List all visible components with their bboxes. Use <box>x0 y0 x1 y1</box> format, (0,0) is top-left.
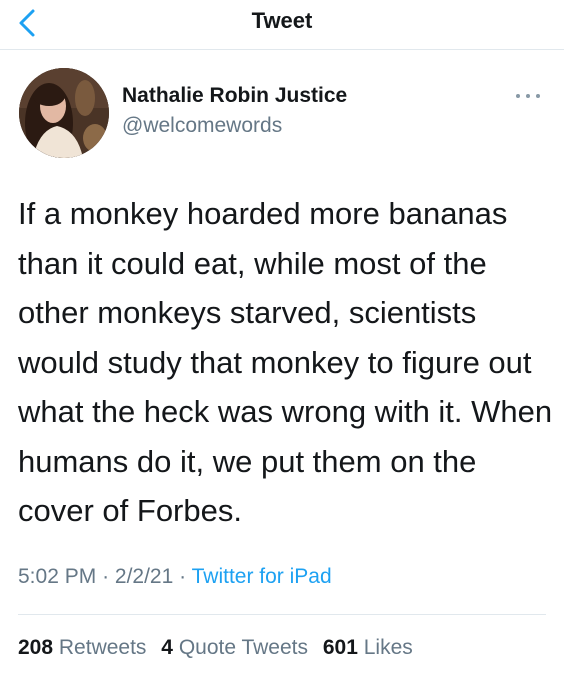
quote-tweets-stat[interactable]: 4 Quote Tweets <box>161 636 308 659</box>
tweet-detail-page: Tweet Nathalie Robin Justice @welcomewor… <box>0 0 564 679</box>
more-options-button[interactable] <box>510 86 546 106</box>
retweets-stat[interactable]: 208 Retweets <box>18 636 146 659</box>
divider <box>18 614 546 615</box>
meta-separator: · <box>179 565 187 588</box>
author-handle[interactable]: @welcomewords <box>122 114 282 138</box>
header-bar: Tweet <box>0 0 564 50</box>
avatar-image <box>19 68 109 158</box>
tweet-stats: 208 Retweets 4 Quote Tweets 601 Likes <box>18 636 422 660</box>
quote-tweets-count: 4 <box>161 636 173 659</box>
likes-count: 601 <box>322 636 358 659</box>
tweet-date: 2/2/21 <box>114 565 174 588</box>
meta-separator: · <box>102 565 110 588</box>
tweet-source-link[interactable]: Twitter for iPad <box>192 565 332 588</box>
quote-tweets-label: Quote Tweets <box>178 636 309 659</box>
page-title: Tweet <box>251 8 313 33</box>
tweet-meta: 5:02 PM · 2/2/21 · Twitter for iPad <box>18 565 332 589</box>
retweets-count: 208 <box>18 636 54 659</box>
retweets-label: Retweets <box>58 636 147 659</box>
likes-label: Likes <box>363 636 413 659</box>
author-name[interactable]: Nathalie Robin Justice <box>122 84 347 108</box>
likes-stat[interactable]: 601 Likes <box>323 636 413 659</box>
avatar[interactable] <box>19 68 109 158</box>
more-dots-icon <box>516 94 540 98</box>
tweet-time: 5:02 PM <box>18 565 97 588</box>
tweet-text: If a monkey hoarded more bananas than it… <box>18 196 553 528</box>
